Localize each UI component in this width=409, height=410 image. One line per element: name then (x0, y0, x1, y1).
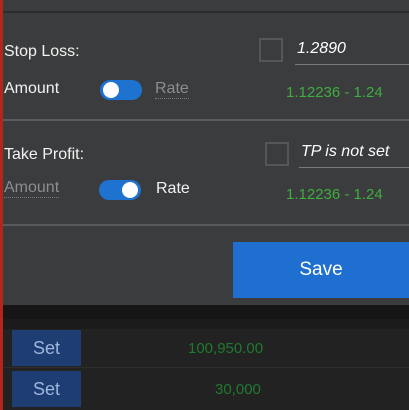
toggle-knob (103, 82, 119, 98)
panel-top-divider (3, 11, 409, 13)
section-divider (3, 119, 409, 121)
take-profit-checkbox[interactable] (265, 142, 289, 166)
row-value: 100,950.00 (188, 340, 264, 357)
table-row: Set 30,000 (3, 368, 409, 410)
set-button[interactable]: Set (12, 371, 81, 407)
stop-loss-value-input[interactable]: 1.2890 (297, 40, 346, 58)
stop-loss-range: 1.12236 - 1.24 (286, 84, 383, 101)
take-profit-mode-toggle[interactable] (99, 180, 141, 200)
take-profit-rate-label[interactable]: Rate (156, 180, 190, 198)
stop-loss-checkbox[interactable] (259, 38, 283, 62)
take-profit-amount-label[interactable]: Amount (4, 179, 60, 198)
stop-loss-mode-toggle[interactable] (100, 80, 142, 100)
stop-loss-amount-label[interactable]: Amount (4, 80, 59, 98)
section-divider (3, 224, 409, 226)
set-button[interactable]: Set (12, 330, 81, 366)
take-profit-range: 1.12236 - 1.24 (286, 186, 383, 203)
toggle-knob (122, 182, 138, 198)
lower-divider-strip (3, 305, 409, 319)
row-value: 30,000 (215, 381, 261, 398)
save-button[interactable]: Save (233, 242, 409, 298)
take-profit-input-underline (299, 167, 409, 168)
take-profit-title: Take Profit: (4, 146, 85, 163)
stop-loss-rate-label[interactable]: Rate (155, 80, 189, 99)
stop-loss-title: Stop Loss: (4, 43, 80, 60)
table-row: Set 100,950.00 (3, 329, 409, 367)
take-profit-value-input[interactable]: TP is not set (301, 143, 389, 161)
stop-loss-input-underline (295, 64, 409, 65)
